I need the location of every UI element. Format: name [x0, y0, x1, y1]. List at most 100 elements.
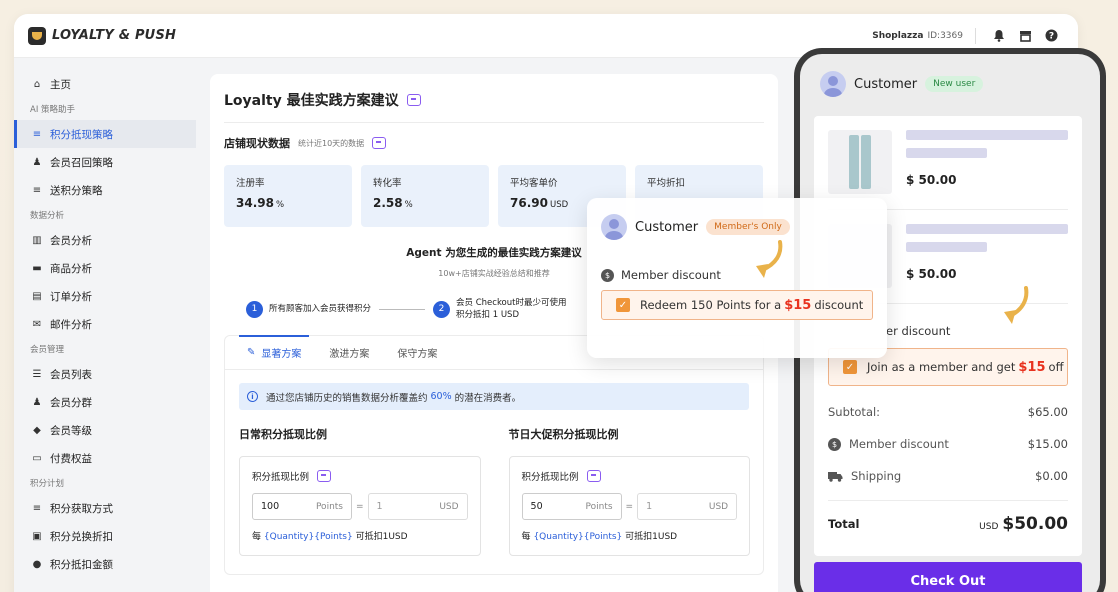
sidebar-item[interactable]: ▣ 积分兑换折扣: [14, 522, 196, 550]
join-amount: $15: [1018, 359, 1046, 375]
note-text: 每: [521, 532, 531, 542]
info-text: 通过您店铺历史的销售数据分析覆盖约: [266, 392, 428, 404]
sidebar-item[interactable]: ♟ 会员分群: [14, 388, 196, 416]
sidebar-item-label: 积分抵扣金额: [50, 558, 113, 571]
ratio-box-title: 积分抵现比例: [521, 472, 579, 483]
tab-aggressive[interactable]: 激进方案: [315, 336, 383, 369]
strategy-icon: ≡: [32, 128, 42, 140]
new-user-badge: New user: [925, 76, 984, 92]
ratio-columns: 日常积分抵现比例 积分抵现比例 100 Points = 1 USD 每 {Quan…: [225, 426, 763, 556]
total-row: Total USD $50.00: [828, 500, 1068, 546]
stat-value: 34.98: [236, 196, 274, 210]
summary-value: $65.00: [1027, 405, 1068, 419]
ratio-title: 日常积分抵现比例: [239, 428, 327, 441]
sidebar-group-label: 数据分析: [30, 211, 65, 221]
info-text: 的潜在消费者。: [454, 392, 522, 404]
sidebar-item[interactable]: ☰ 会员列表: [14, 360, 196, 388]
tab-significant[interactable]: ✎ 显著方案: [233, 335, 315, 369]
sidebar-item-label: 订单分析: [50, 290, 92, 303]
ratio-note: 每 {Quantity}{Points} 可抵扣1USD: [252, 529, 468, 542]
stat-label: 平均折扣: [647, 178, 686, 189]
store-name[interactable]: Shoplazza: [872, 31, 923, 41]
sidebar-item-label: 积分兑换折扣: [50, 530, 113, 543]
sidebar-item[interactable]: ◆ 会员等级: [14, 416, 196, 444]
summary-value: $15.00: [1027, 437, 1068, 451]
sidebar-item[interactable]: ⌂ 主页: [14, 70, 196, 98]
bag-icon: ▬: [32, 262, 42, 274]
points-input[interactable]: 50 Points: [521, 493, 622, 520]
note-variable: {Quantity}{Points}: [263, 532, 353, 542]
logo-icon: [28, 26, 46, 45]
sidebar-group-label: 积分计划: [30, 479, 65, 489]
earn-icon: ≡: [32, 502, 42, 514]
ai-icon[interactable]: [317, 470, 332, 482]
ratio-column: 日常积分抵现比例 积分抵现比例 100 Points = 1 USD 每 {Quan…: [239, 426, 481, 556]
step-number: 1: [246, 300, 263, 318]
stat-label: 注册率: [236, 178, 265, 189]
plan-tabs-panel: ✎ 显著方案 激进方案 保守方案 i 通过您店铺历史的销售数据分析覆盖约 60%…: [224, 335, 764, 575]
arrow-icon: [756, 240, 783, 278]
redeem-amount: $15: [784, 297, 812, 313]
sidebar-item-label: 会员等级: [50, 424, 92, 437]
tab-conservative[interactable]: 保守方案: [383, 336, 451, 369]
tab-label: 激进方案: [329, 349, 370, 360]
ai-icon[interactable]: [586, 470, 601, 482]
ratio-column: 节日大促积分抵现比例 积分抵现比例 50 Points = 1 USD 每 {Qua…: [508, 426, 751, 556]
help-icon[interactable]: ?: [1038, 26, 1064, 46]
sidebar-group-label: AI 策略助手: [30, 105, 76, 115]
sidebar-item-label: 会员召回策略: [50, 156, 113, 169]
sidebar-item[interactable]: ♟ 会员召回策略: [14, 148, 196, 176]
bell-icon[interactable]: [986, 26, 1012, 46]
stat-label: 转化率: [373, 178, 402, 189]
product-price: $ 50.00: [906, 267, 957, 281]
members-only-badge: Member's Only: [706, 219, 790, 235]
note-text: 可抵扣1USD: [625, 532, 678, 542]
card-icon: ▭: [32, 452, 42, 464]
store-data-header: 店铺现状数据 统计近10天的数据: [224, 135, 764, 151]
checkout-button[interactable]: Check Out: [814, 562, 1082, 592]
ai-icon[interactable]: [372, 137, 387, 149]
sidebar-item[interactable]: ▬ 商品分析: [14, 254, 196, 282]
users-icon: ♟: [32, 396, 42, 408]
placeholder-line: [906, 130, 1068, 140]
summary-row: Subtotal: $65.00: [828, 396, 1068, 428]
total-label: Total: [828, 516, 860, 531]
sidebar-item[interactable]: ▭ 付费权益: [14, 444, 196, 472]
ai-icon[interactable]: [406, 94, 421, 106]
tab-label: 显著方案: [261, 349, 302, 360]
checkbox-checked-icon[interactable]: ✓: [843, 360, 857, 374]
sidebar-item[interactable]: ▤ 订单分析: [14, 282, 196, 310]
store-icon[interactable]: [1012, 26, 1038, 46]
checkbox-checked-icon[interactable]: ✓: [616, 298, 630, 312]
usd-unit: USD: [708, 501, 729, 512]
info-percent: 60%: [430, 391, 452, 402]
total-value: $50.00: [1002, 513, 1068, 534]
sidebar-group-label: 会员管理: [30, 345, 65, 355]
sidebar-item[interactable]: ● 积分抵扣金额: [14, 550, 196, 578]
divider: [224, 122, 764, 123]
svg-text:?: ?: [1048, 32, 1053, 42]
sidebar-item[interactable]: ≡ 送积分策略: [14, 176, 196, 204]
stat-value: 76.90: [510, 196, 548, 210]
home-icon: ⌂: [33, 78, 41, 90]
summary-label: Shipping: [851, 469, 902, 483]
stat-card: 转化率 2.58%: [361, 165, 489, 227]
join-text: Join as a member and get: [867, 360, 1016, 374]
product-price: $ 50.00: [906, 173, 957, 187]
placeholder-line: [906, 148, 987, 158]
sidebar-item[interactable]: ≡ 积分抵现策略: [14, 120, 196, 148]
pencil-icon: ✎: [247, 347, 256, 358]
sidebar-item[interactable]: ≡ 积分获取方式: [14, 494, 196, 522]
sidebar-item-label: 会员列表: [50, 368, 92, 381]
stat-unit: %: [404, 200, 413, 210]
ratio-box: 积分抵现比例 100 Points = 1 USD 每 {Quantity}{Poi…: [239, 456, 481, 556]
customer-name: Customer: [635, 219, 699, 235]
sidebar-item-label: 积分抵现策略: [50, 128, 113, 141]
sidebar-item[interactable]: ✉ 邮件分析: [14, 310, 196, 338]
coin-icon: ●: [32, 558, 42, 570]
arrow-icon: [1004, 286, 1029, 324]
member-discount-label: Member discount: [621, 268, 721, 282]
points-input[interactable]: 100 Points: [252, 493, 352, 520]
redeem-points-option[interactable]: ✓ Redeem 150 Points for a $15 discount: [601, 290, 873, 320]
sidebar-item[interactable]: ▥ 会员分析: [14, 226, 196, 254]
